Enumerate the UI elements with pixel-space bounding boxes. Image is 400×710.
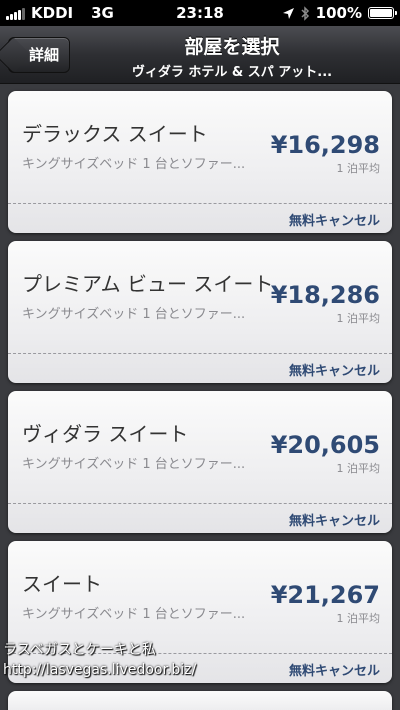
room-card-body: プレミアム ビュー スイート キングサイズベッド 1 台とソファー... ¥18… xyxy=(8,241,392,354)
room-name: ヴィダラ スイート xyxy=(22,422,189,446)
price-note: 1 泊平均 xyxy=(336,462,381,475)
watermark-url: http://lasvegas.livedoor.biz/ xyxy=(3,662,197,678)
room-card-body: ヴィダラ スイート キングサイズベッド 1 台とソファー... ¥20,605 … xyxy=(8,391,392,504)
room-name: スイート xyxy=(22,572,102,596)
price-note: 1 泊平均 xyxy=(336,612,381,625)
room-description: キングサイズベッド 1 台とソファー... xyxy=(22,607,246,622)
navigation-bar: 詳細 部屋を選択 ヴィダラ ホテル & スパ アット... xyxy=(0,26,400,84)
room-card[interactable]: デラックス スイート キングサイズベッド 1 台とソファー... ¥16,298… xyxy=(8,91,392,233)
room-price: ¥21,267 xyxy=(270,581,380,609)
battery-label: 100% xyxy=(315,4,362,22)
watermark-title: ラスベガスとケーキと私 xyxy=(3,642,156,658)
room-card-body: スイート キングサイズベッド 1 台とソファー... ¥21,267 1 泊平均 xyxy=(8,541,392,654)
free-cancel-label: 無料キャンセル xyxy=(288,514,380,529)
free-cancel-label: 無料キャンセル xyxy=(288,214,380,229)
location-arrow-icon xyxy=(282,7,294,19)
nav-title: 部屋を選択 ヴィダラ ホテル & スパ アット... xyxy=(84,32,380,80)
room-price: ¥20,605 xyxy=(270,431,380,459)
free-cancel-label: 無料キャンセル xyxy=(288,364,380,379)
room-price: ¥18,286 xyxy=(270,281,380,309)
room-description: キングサイズベッド 1 台とソファー... xyxy=(22,307,246,322)
room-name: プレミアム ビュー スイート xyxy=(22,272,274,296)
room-card-body: デラックス スイート キングサイズベッド 1 台とソファー... ¥16,298… xyxy=(8,91,392,204)
price-note: 1 泊平均 xyxy=(336,312,381,325)
battery-icon xyxy=(368,7,397,19)
room-description: キングサイズベッド 1 台とソファー... xyxy=(22,457,246,472)
bluetooth-icon xyxy=(301,5,309,21)
free-cancel-label: 無料キャンセル xyxy=(288,664,380,679)
room-card[interactable]: ヴィダラ スイート キングサイズベッド 1 台とソファー... ¥20,605 … xyxy=(8,391,392,533)
page-title: 部屋を選択 xyxy=(184,36,280,58)
room-card[interactable]: プレミアム ビュー スイート キングサイズベッド 1 台とソファー... ¥18… xyxy=(8,241,392,383)
back-arrow-icon xyxy=(0,36,32,74)
back-button[interactable]: 詳細 xyxy=(0,36,70,74)
back-button-label: 詳細 xyxy=(28,46,59,64)
room-card[interactable] xyxy=(8,691,392,710)
room-name: デラックス スイート xyxy=(22,122,208,146)
room-price: ¥16,298 xyxy=(270,131,380,159)
status-bar: KDDI 3G 23:18 100% xyxy=(0,0,400,26)
price-note: 1 泊平均 xyxy=(336,162,381,175)
watermark: ラスベガスとケーキと私 http://lasvegas.livedoor.biz… xyxy=(3,640,196,680)
hotel-name-subtitle: ヴィダラ ホテル & スパ アット... xyxy=(131,65,333,80)
status-right: 100% xyxy=(282,4,397,22)
room-description: キングサイズベッド 1 台とソファー... xyxy=(22,157,246,172)
